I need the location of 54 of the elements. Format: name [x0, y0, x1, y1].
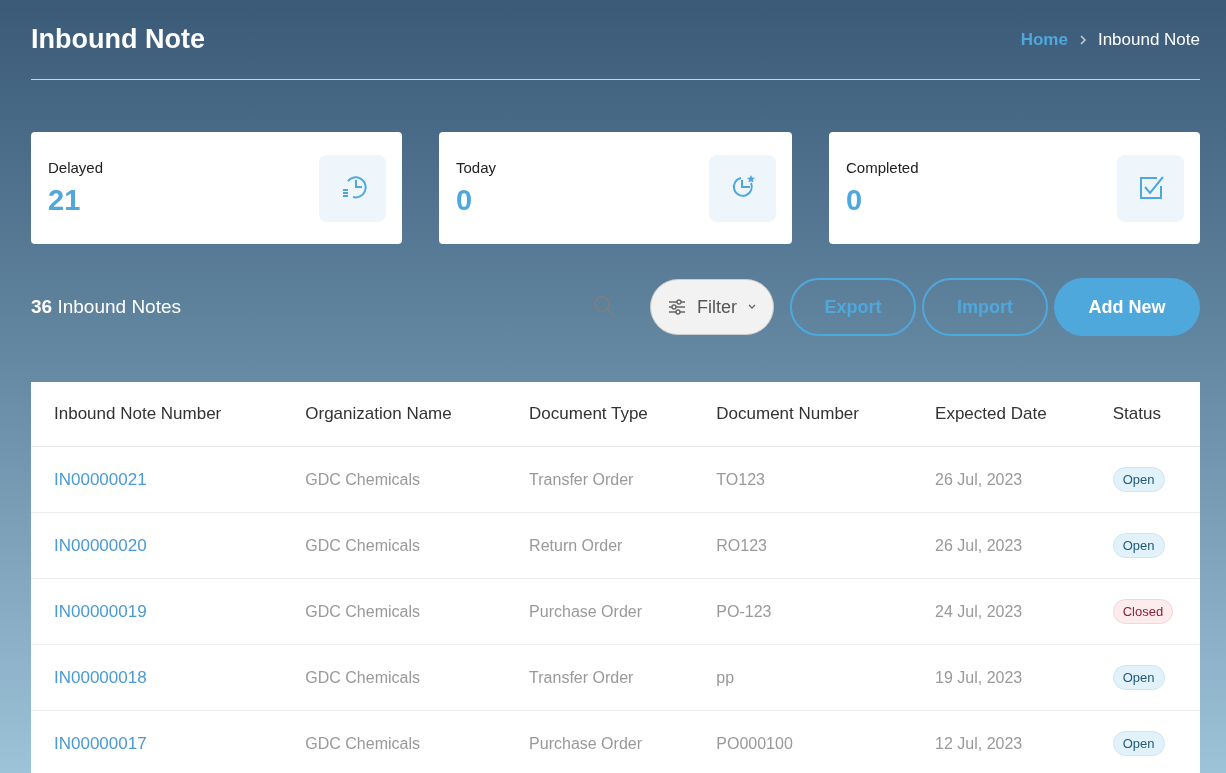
table-cell: Purchase Order: [506, 710, 694, 773]
column-header: Organization Name: [282, 382, 507, 447]
table-cell: 12 Jul, 2023: [912, 710, 1090, 773]
table-cell: GDC Chemicals: [282, 512, 507, 579]
note-link[interactable]: IN00000018: [54, 667, 147, 687]
stat-value: 0: [456, 184, 474, 217]
add-button[interactable]: Add New: [1054, 278, 1200, 336]
table-cell: Purchase Order: [506, 578, 694, 645]
filter-button[interactable]: Filter: [650, 279, 774, 335]
table-cell: 19 Jul, 2023: [912, 644, 1090, 711]
column-header: Status: [1089, 382, 1200, 447]
chevron-icon: [1077, 34, 1088, 45]
note-link[interactable]: IN00000020: [54, 535, 147, 555]
table-cell: 24 Jul, 2023: [912, 578, 1090, 645]
stat-value: 0: [846, 184, 864, 217]
table-cell: GDC Chemicals: [282, 710, 507, 773]
column-header: Inbound Note Number: [31, 382, 283, 447]
column-header: Document Type: [506, 382, 694, 447]
table-cell: Transfer Order: [506, 446, 694, 513]
table-cell: TO123: [693, 446, 913, 513]
status-badge: Open: [1112, 467, 1165, 492]
table-cell: PO000100: [693, 710, 913, 773]
stat-label: Completed: [846, 159, 919, 176]
table-cell: GDC Chemicals: [282, 446, 507, 513]
today-icon: [709, 154, 776, 222]
sliders-icon: [667, 297, 687, 317]
table-cell: PO-123: [693, 578, 913, 645]
column-header: Document Number: [693, 382, 913, 447]
status-badge: Closed: [1112, 599, 1174, 624]
status-badge: Open: [1112, 731, 1165, 756]
search-icon[interactable]: [592, 294, 618, 320]
status-badge: Open: [1112, 533, 1165, 558]
notes-count: 36 Inbound Notes: [31, 296, 182, 318]
breadcrumb-current: Inbound Note: [1097, 29, 1200, 50]
column-header: Expected Date: [912, 382, 1090, 447]
stat-label: Delayed: [48, 159, 104, 176]
note-link[interactable]: IN00000017: [54, 733, 147, 753]
page-title: Inbound Note: [31, 24, 205, 55]
note-link[interactable]: IN00000019: [54, 601, 147, 621]
table-cell: 26 Jul, 2023: [912, 446, 1090, 513]
table-cell: 26 Jul, 2023: [912, 512, 1090, 579]
stat-value: 21: [48, 184, 82, 217]
stat-label: Today: [456, 159, 497, 176]
note-link[interactable]: IN00000021: [54, 469, 147, 489]
table-cell: GDC Chemicals: [282, 578, 507, 645]
breadcrumb-link[interactable]: Home: [1020, 29, 1068, 50]
completed-icon: [1117, 154, 1184, 222]
delayed-icon: [319, 154, 386, 222]
table-cell: Return Order: [506, 512, 694, 579]
table-cell: pp: [693, 644, 913, 711]
table-cell: RO123: [693, 512, 913, 579]
status-badge: Open: [1112, 665, 1165, 690]
table-cell: GDC Chemicals: [282, 644, 507, 711]
table-cell: Transfer Order: [506, 644, 694, 711]
